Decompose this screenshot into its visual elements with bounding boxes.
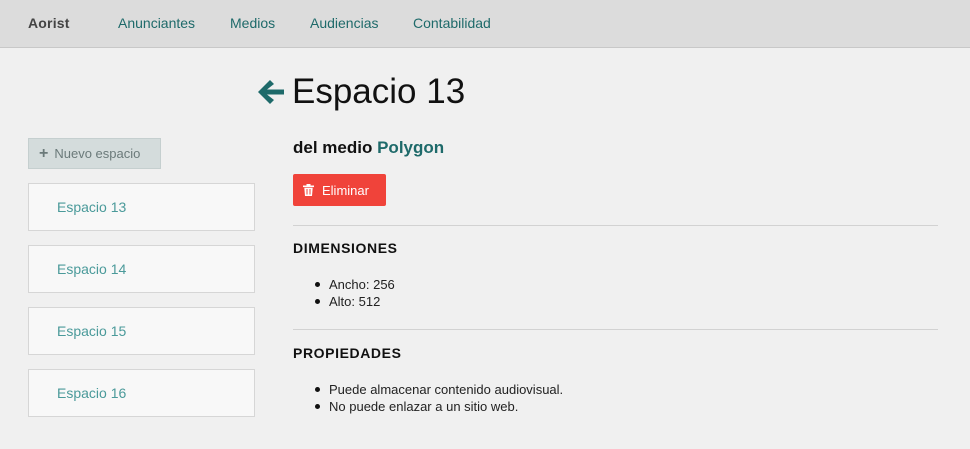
medium-link[interactable]: Polygon <box>377 138 444 157</box>
subtitle-prefix: del medio <box>293 138 373 157</box>
back-arrow-icon[interactable] <box>256 77 286 107</box>
divider <box>293 329 938 330</box>
dimensions-heading: DIMENSIONES <box>293 240 398 256</box>
dimensions-list: Ancho: 256 Alto: 512 <box>315 276 395 310</box>
nav-link-medios[interactable]: Medios <box>230 15 275 31</box>
properties-heading: PROPIEDADES <box>293 345 402 361</box>
nav-link-anunciantes[interactable]: Anunciantes <box>118 15 195 31</box>
list-item: Puede almacenar contenido audiovisual. <box>315 381 563 398</box>
page-title: Espacio 13 <box>292 72 466 111</box>
new-space-label: Nuevo espacio <box>54 146 141 161</box>
sidebar-item-espacio-16[interactable]: Espacio 16 <box>28 369 255 417</box>
sidebar-item-espacio-14[interactable]: Espacio 14 <box>28 245 255 293</box>
new-space-button[interactable]: + Nuevo espacio <box>28 138 161 169</box>
medium-subtitle: del medio Polygon <box>293 138 444 158</box>
delete-label: Eliminar <box>322 182 369 198</box>
list-item: Ancho: 256 <box>315 276 395 293</box>
nav-link-audiencias[interactable]: Audiencias <box>310 15 379 31</box>
top-navbar: Aorist Anunciantes Medios Audiencias Con… <box>0 0 970 48</box>
divider <box>293 225 938 226</box>
list-item: No puede enlazar a un sitio web. <box>315 398 563 415</box>
brand-logo[interactable]: Aorist <box>28 15 70 31</box>
list-item: Alto: 512 <box>315 293 395 310</box>
delete-button[interactable]: Eliminar <box>293 174 386 206</box>
sidebar-item-espacio-13[interactable]: Espacio 13 <box>28 183 255 231</box>
properties-list: Puede almacenar contenido audiovisual. N… <box>315 381 563 415</box>
plus-icon: + <box>39 144 49 162</box>
nav-link-contabilidad[interactable]: Contabilidad <box>413 15 491 31</box>
sidebar-item-espacio-15[interactable]: Espacio 15 <box>28 307 255 355</box>
trash-icon <box>303 184 314 196</box>
